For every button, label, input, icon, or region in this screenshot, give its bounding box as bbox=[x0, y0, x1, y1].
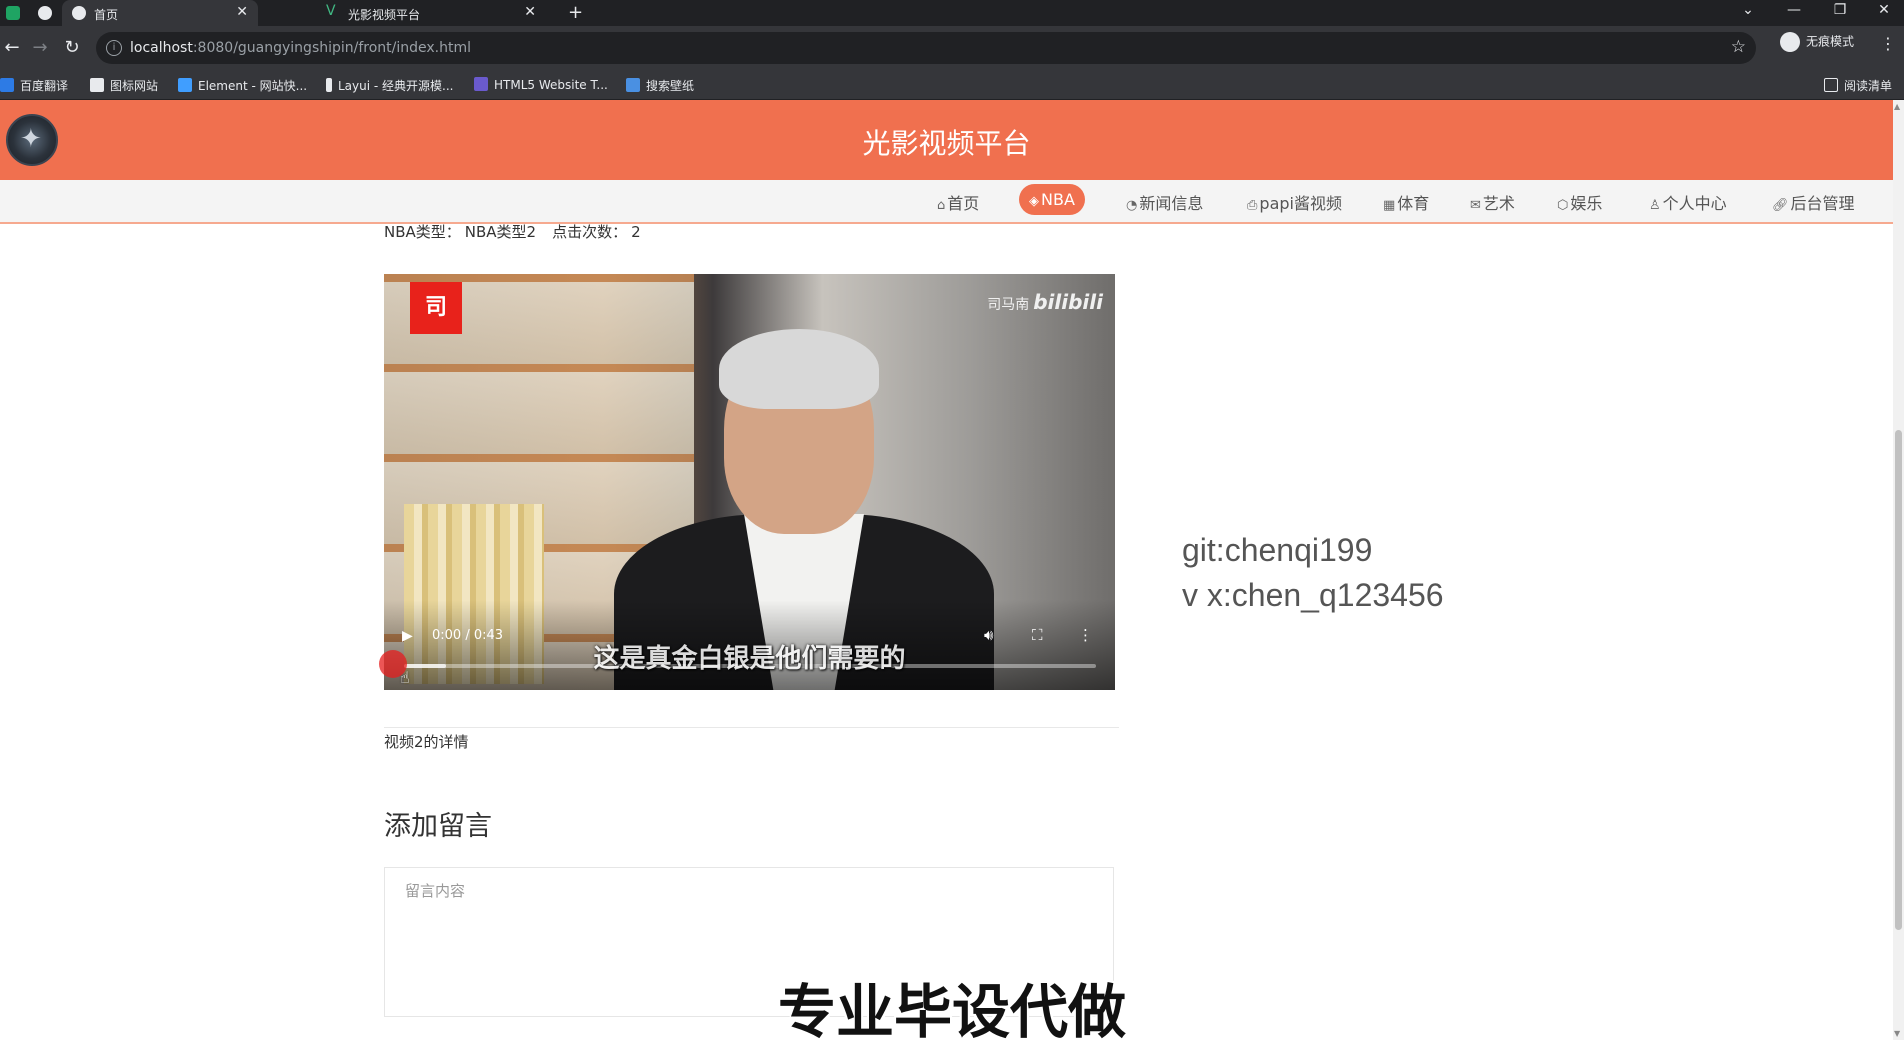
wallpaper-icon bbox=[626, 78, 640, 92]
nav-item-art[interactable]: ✉ 艺术 bbox=[1470, 190, 1515, 214]
scroll-down-arrow-icon[interactable]: ▼ bbox=[1894, 1029, 1900, 1038]
reload-icon[interactable]: ↻ bbox=[60, 38, 84, 58]
nav-item-profile[interactable]: ♙ 个人中心 bbox=[1649, 190, 1727, 214]
layui-icon bbox=[326, 78, 332, 92]
clicks-value: 2 bbox=[631, 223, 641, 241]
bookmark-item[interactable]: 图标网站 bbox=[90, 77, 158, 94]
address-bar[interactable]: i localhost:8080/guangyingshipin/front/i… bbox=[96, 32, 1756, 64]
bookmark-star-icon[interactable]: ☆ bbox=[1731, 37, 1746, 57]
page-scrollbar[interactable]: ▲ ▼ bbox=[1893, 100, 1904, 1040]
incognito-icon bbox=[1780, 32, 1800, 52]
video-description: 视频2的详情 bbox=[384, 733, 469, 751]
mail-icon: ✉ bbox=[1470, 198, 1481, 213]
bookmark-item[interactable]: HTML5 Website T... bbox=[474, 77, 608, 92]
translate-icon bbox=[0, 78, 14, 92]
nav-item-admin[interactable]: 🔗︎ 后台管理 bbox=[1772, 190, 1855, 214]
printer-icon: ⎙ bbox=[1247, 198, 1258, 213]
nav-item-papi[interactable]: ⎙ papi酱视频 bbox=[1247, 190, 1342, 214]
scroll-up-arrow-icon[interactable]: ▲ bbox=[1894, 102, 1900, 111]
video-meta: NBA类型： NBA类型2 点击次数： 2 bbox=[384, 221, 651, 242]
sheets-app-icon[interactable] bbox=[6, 6, 20, 20]
forward-arrow-icon[interactable]: → bbox=[28, 38, 52, 58]
site-header: ✦ 光影视频平台 bbox=[0, 100, 1893, 180]
flag-icon bbox=[90, 78, 104, 92]
nav-item-nba[interactable]: ◈ NBA bbox=[1019, 184, 1085, 215]
side-note-line1: git:chenqi199 bbox=[1182, 532, 1373, 568]
nav-item-news[interactable]: ◔ 新闻信息 bbox=[1126, 190, 1203, 214]
reading-list-icon bbox=[1824, 78, 1838, 92]
browser-toolbar: ← → ↻ i localhost:8080/guangyingshipin/f… bbox=[0, 26, 1904, 70]
browser-menu-icon[interactable]: ⋮ bbox=[1880, 34, 1896, 53]
bookmarks-bar: 百度翻译 图标网站 Element - 网站快... Layui - 经典开源模… bbox=[0, 70, 1904, 100]
pointer-hand-icon: ☝ bbox=[400, 668, 410, 687]
browser-tab-platform[interactable]: V 光影视频平台 ✕ bbox=[316, 0, 546, 26]
cube-icon: ◈ bbox=[1029, 194, 1039, 209]
close-tab-icon[interactable]: ✕ bbox=[236, 4, 248, 20]
nav-item-entertainment[interactable]: ⬡ 娱乐 bbox=[1557, 190, 1602, 214]
browser-tab-bar: 首页 ✕ V 光影视频平台 ✕ + ⌄ — ❐ ✕ bbox=[0, 0, 1904, 26]
globe-icon[interactable] bbox=[38, 6, 52, 20]
browser-tab-home[interactable]: 首页 ✕ bbox=[62, 0, 258, 26]
element-icon bbox=[178, 78, 192, 92]
url-text[interactable]: localhost:8080/guangyingshipin/front/ind… bbox=[130, 40, 471, 56]
close-tab-icon[interactable]: ✕ bbox=[524, 4, 536, 20]
side-note: git:chenqi199 v x:chen_q123456 bbox=[1182, 528, 1444, 618]
minimize-button[interactable]: — bbox=[1774, 2, 1814, 18]
link-icon: 🔗︎ bbox=[1772, 198, 1789, 213]
video-player[interactable]: 司 司马南 bilibili ▶ 0:00 / 0:43 🔊︎ ⛶ ⋮ 这是真金白… bbox=[384, 274, 1115, 690]
vue-icon: V bbox=[326, 3, 336, 19]
main-nav: ⌂ 首页 ◈ NBA ◔ 新闻信息 ⎙ papi酱视频 ▦ 体育 ✉ 艺术 ⬡ 娱乐 ♙ 个人中… bbox=[0, 180, 1893, 224]
home-icon: ⌂ bbox=[937, 198, 946, 213]
user-icon: ♙ bbox=[1649, 198, 1661, 213]
reading-list-button[interactable]: 阅读清单 bbox=[1824, 77, 1892, 94]
incognito-indicator[interactable]: 无痕模式 bbox=[1780, 32, 1854, 52]
box-icon: ⬡ bbox=[1557, 198, 1569, 213]
video-subtitle: 这是真金白银是他们需要的 bbox=[593, 644, 906, 674]
gift-icon: ▦ bbox=[1383, 198, 1396, 213]
nav-item-sports[interactable]: ▦ 体育 bbox=[1383, 190, 1429, 214]
html5-icon bbox=[474, 77, 488, 91]
type-value: NBA类型2 bbox=[464, 223, 537, 241]
plus-icon: + bbox=[568, 2, 584, 23]
tab-label: 首页 bbox=[94, 8, 119, 22]
clicks-label: 点击次数： bbox=[552, 223, 628, 241]
divider bbox=[384, 727, 1119, 728]
dashboard-icon: ◔ bbox=[1126, 198, 1138, 213]
video-watermark: 司马南 bilibili bbox=[987, 290, 1103, 314]
bookmark-item[interactable]: Element - 网站快... bbox=[178, 77, 307, 94]
close-window-button[interactable]: ✕ bbox=[1864, 2, 1904, 18]
overlay-caption: 专业毕设代做 bbox=[777, 978, 1126, 1046]
channel-badge: 司 bbox=[410, 282, 462, 334]
side-note-line2: v x:chen_q123456 bbox=[1182, 577, 1444, 613]
add-comment-title: 添加留言 bbox=[384, 811, 492, 842]
info-icon[interactable]: i bbox=[106, 40, 122, 56]
new-tab-button[interactable]: + bbox=[560, 2, 590, 28]
type-label: NBA类型： bbox=[384, 223, 461, 241]
nav-item-home[interactable]: ⌂ 首页 bbox=[937, 190, 979, 214]
video-frame-person-hair bbox=[719, 329, 879, 409]
restore-button[interactable]: ❐ bbox=[1820, 2, 1860, 18]
tab-label: 光影视频平台 bbox=[348, 8, 421, 22]
tab-search-icon[interactable]: ⌄ bbox=[1728, 2, 1768, 18]
site-title: 光影视频平台 bbox=[862, 127, 1031, 160]
scroll-thumb[interactable] bbox=[1895, 430, 1902, 930]
bookmark-item[interactable]: Layui - 经典开源模... bbox=[326, 77, 453, 94]
bookmark-item[interactable]: 百度翻译 bbox=[0, 77, 68, 94]
bookmark-item[interactable]: 搜索壁纸 bbox=[626, 77, 694, 94]
globe-icon bbox=[72, 6, 86, 20]
back-arrow-icon[interactable]: ← bbox=[0, 38, 24, 58]
